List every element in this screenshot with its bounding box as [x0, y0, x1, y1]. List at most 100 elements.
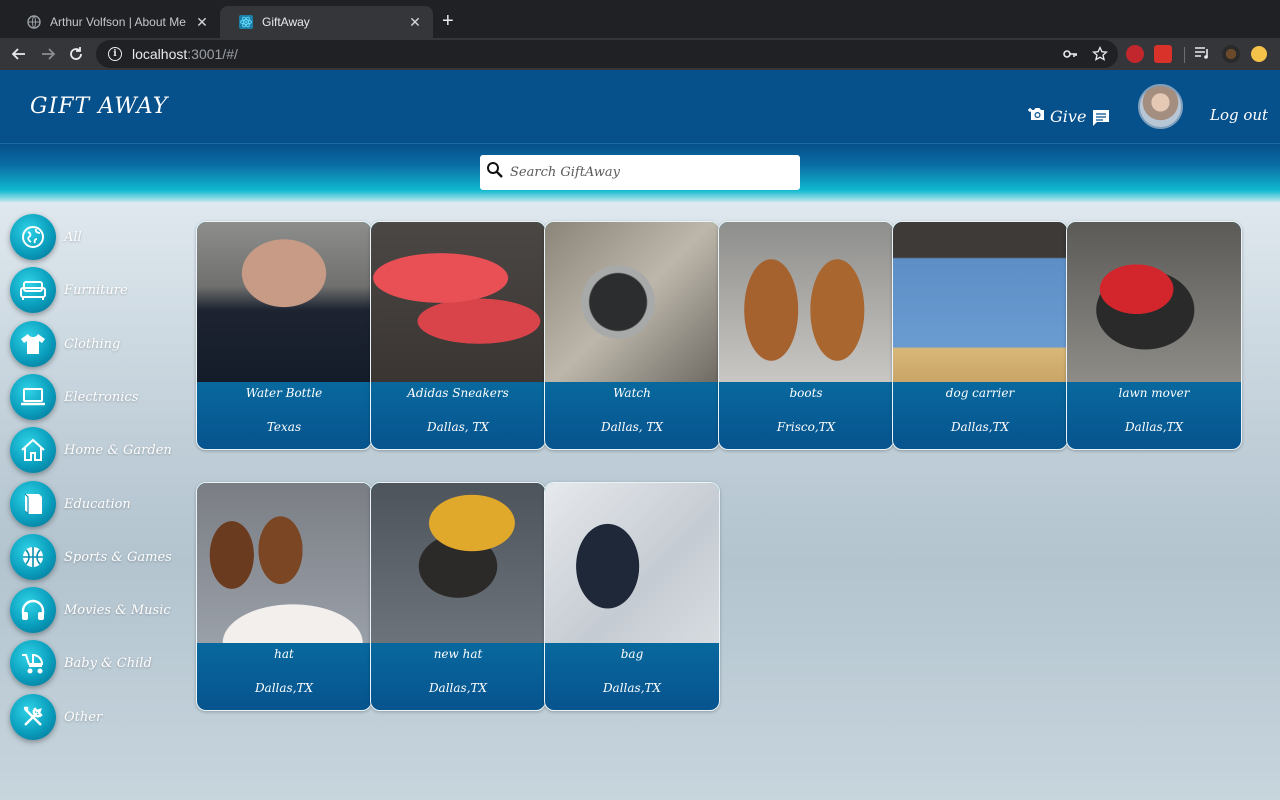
item-card[interactable]: boots Frisco,TX: [718, 221, 894, 450]
item-card[interactable]: bag Dallas,TX: [544, 482, 720, 711]
item-photo: [893, 222, 1067, 382]
book-icon: [10, 481, 56, 527]
search-band: [0, 144, 1280, 202]
app-header: GIFT AWAY Give: [0, 70, 1280, 144]
item-photo: [1067, 222, 1241, 382]
item-location: Dallas,TX: [254, 681, 314, 695]
category-clothing[interactable]: Clothing: [10, 321, 120, 367]
item-location: Dallas,TX: [428, 681, 488, 695]
category-label: Electronics: [64, 389, 139, 405]
category-furniture[interactable]: Furniture: [10, 267, 128, 313]
category-label: Clothing: [64, 336, 121, 352]
shirt-icon: [10, 321, 56, 367]
tab-title: GiftAway: [262, 15, 310, 29]
site-info-icon[interactable]: i: [108, 47, 122, 61]
bookmark-star-icon[interactable]: [1091, 45, 1109, 67]
user-avatar[interactable]: [1138, 84, 1183, 129]
tools-icon: [10, 694, 56, 740]
item-name: new hat: [433, 647, 483, 661]
browser-tabstrip: Arthur Volfson | About Me ✕ GiftAway ✕ +: [0, 0, 1280, 38]
tab-title: Arthur Volfson | About Me: [50, 15, 186, 29]
item-photo: [197, 222, 371, 382]
media-queue-icon[interactable]: [1194, 45, 1212, 63]
search-bar[interactable]: [480, 155, 800, 190]
browser-toolbar: i localhost:3001/#/: [0, 38, 1280, 70]
category-baby-child[interactable]: Baby & Child: [10, 640, 152, 686]
forward-arrow-icon[interactable]: [37, 43, 59, 65]
browser-tab-about-me[interactable]: Arthur Volfson | About Me ✕: [8, 6, 220, 38]
item-photo: [371, 222, 545, 382]
profile-extension-icon[interactable]: [1222, 45, 1240, 63]
sofa-icon: [10, 267, 56, 313]
item-card[interactable]: Adidas Sneakers Dallas, TX: [370, 221, 546, 450]
category-label: Other: [64, 709, 103, 725]
item-location: Texas: [266, 420, 302, 434]
address-bar[interactable]: i localhost:3001/#/: [96, 40, 1118, 68]
item-name: Adidas Sneakers: [407, 386, 509, 400]
account-avatar-icon[interactable]: [1251, 46, 1267, 62]
item-card[interactable]: Water Bottle Texas: [196, 221, 372, 450]
category-label: All: [64, 229, 82, 245]
search-icon: [486, 161, 504, 184]
item-card[interactable]: lawn mover Dallas,TX: [1066, 221, 1242, 450]
category-label: Baby & Child: [64, 655, 152, 671]
key-icon[interactable]: [1062, 46, 1078, 67]
item-location: Dallas,TX: [602, 681, 662, 695]
category-home-garden[interactable]: Home & Garden: [10, 427, 172, 473]
reload-icon[interactable]: [65, 43, 87, 65]
search-input[interactable]: [510, 165, 790, 180]
brand-logo[interactable]: GIFT AWAY: [30, 94, 168, 119]
item-location: Frisco,TX: [776, 420, 836, 434]
item-photo: [197, 483, 371, 643]
extension-icon[interactable]: [1154, 45, 1172, 63]
category-label: Home & Garden: [64, 442, 172, 458]
back-arrow-icon[interactable]: [8, 43, 30, 65]
stroller-icon: [10, 640, 56, 686]
item-card[interactable]: Watch Dallas, TX: [544, 221, 720, 450]
item-name: hat: [274, 647, 294, 661]
adblock-extension-icon[interactable]: [1126, 45, 1144, 63]
item-photo: [545, 222, 719, 382]
category-label: Movies & Music: [64, 602, 171, 618]
category-education[interactable]: Education: [10, 481, 131, 527]
category-other[interactable]: Other: [10, 694, 102, 740]
category-electronics[interactable]: Electronics: [10, 374, 138, 420]
react-favicon-icon: [238, 14, 254, 30]
item-name: bag: [620, 647, 644, 661]
toolbar-divider: [1184, 47, 1185, 63]
globe-favicon-icon: [26, 14, 42, 30]
item-card[interactable]: new hat Dallas,TX: [370, 482, 546, 711]
item-location: Dallas, TX: [601, 420, 663, 434]
item-location: Dallas,TX: [1124, 420, 1184, 434]
item-name: dog carrier: [945, 386, 1015, 400]
item-card[interactable]: hat Dallas,TX: [196, 482, 372, 711]
house-icon: [10, 427, 56, 473]
category-label: Sports & Games: [64, 549, 172, 565]
item-location: Dallas, TX: [427, 420, 489, 434]
logout-link[interactable]: Log out: [1210, 106, 1268, 124]
close-tab-icon[interactable]: ✕: [194, 14, 210, 31]
item-name: boots: [789, 386, 823, 400]
item-card[interactable]: dog carrier Dallas,TX: [892, 221, 1068, 450]
messages-icon[interactable]: [1092, 109, 1110, 126]
item-photo: [719, 222, 893, 382]
category-sports-games[interactable]: Sports & Games: [10, 534, 172, 580]
item-photo: [371, 483, 545, 643]
new-tab-icon[interactable]: +: [442, 10, 454, 32]
close-tab-icon[interactable]: ✕: [407, 14, 423, 31]
give-button[interactable]: Give: [1028, 106, 1086, 126]
item-name: lawn mover: [1118, 386, 1190, 400]
item-photo: [545, 483, 719, 643]
browser-tab-giftaway[interactable]: GiftAway ✕: [220, 6, 433, 38]
add-photo-camera-icon: [1028, 106, 1046, 126]
category-movies-music[interactable]: Movies & Music: [10, 587, 171, 633]
laptop-icon: [10, 374, 56, 420]
url-path: :3001/#/: [187, 46, 238, 62]
headphones-icon: [10, 587, 56, 633]
category-all[interactable]: All: [10, 214, 82, 260]
globe-icon: [10, 214, 56, 260]
category-label: Furniture: [64, 282, 128, 298]
category-label: Education: [64, 496, 131, 512]
item-location: Dallas,TX: [950, 420, 1010, 434]
give-label: Give: [1050, 106, 1087, 126]
